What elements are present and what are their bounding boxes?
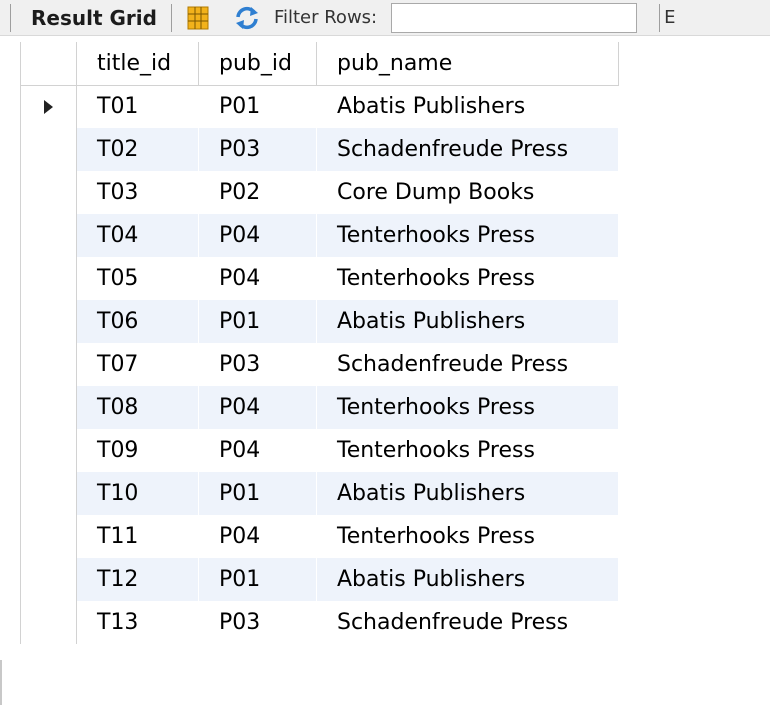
row-indicator[interactable] [20, 128, 77, 171]
filter-rows-label: Filter Rows: [273, 7, 378, 28]
cell-pub-id[interactable]: P01 [198, 472, 317, 515]
row-indicator[interactable] [20, 515, 77, 558]
filter-rows-input[interactable] [391, 2, 638, 33]
cell-pub-id[interactable]: P02 [198, 171, 317, 214]
cell-pub-name[interactable]: Schadenfreude Press [316, 128, 619, 171]
edit-label-partial: E [664, 7, 676, 28]
cell-pub-id[interactable]: P04 [198, 257, 317, 300]
table-row[interactable]: T05 P04 Tenterhooks Press [20, 257, 619, 300]
cell-pub-name[interactable]: Tenterhooks Press [316, 515, 619, 558]
column-header-title-id[interactable]: title_id [76, 42, 199, 86]
table-row[interactable]: T03 P02 Core Dump Books [20, 171, 619, 214]
cell-pub-name[interactable]: Abatis Publishers [316, 558, 619, 601]
cell-pub-id[interactable]: P04 [198, 386, 317, 429]
cell-pub-name[interactable]: Tenterhooks Press [316, 429, 619, 472]
cell-pub-id[interactable]: P04 [198, 429, 317, 472]
table-row[interactable]: T11 P04 Tenterhooks Press [20, 515, 619, 558]
cell-pub-name[interactable]: Tenterhooks Press [316, 214, 619, 257]
row-indicator[interactable] [20, 386, 77, 429]
cell-pub-name[interactable]: Abatis Publishers [316, 472, 619, 515]
cell-pub-name[interactable]: Schadenfreude Press [316, 343, 619, 386]
table-row[interactable]: T01 P01 Abatis Publishers [20, 85, 619, 128]
row-indicator[interactable] [20, 429, 77, 472]
grid-view-icon[interactable] [186, 6, 210, 30]
cell-pub-id[interactable]: P04 [198, 515, 317, 558]
result-toolbar: Result Grid Filter Rows: E [0, 0, 770, 36]
column-header-pub-id[interactable]: pub_id [198, 42, 317, 86]
table-row[interactable]: T10 P01 Abatis Publishers [20, 472, 619, 515]
cell-pub-id[interactable]: P01 [198, 300, 317, 343]
cell-title-id[interactable]: T01 [76, 85, 199, 128]
row-indicator[interactable] [20, 214, 77, 257]
cell-title-id[interactable]: T08 [76, 386, 199, 429]
cell-title-id[interactable]: T02 [76, 128, 199, 171]
row-indicator[interactable] [20, 558, 77, 601]
row-indicator[interactable] [20, 472, 77, 515]
cell-title-id[interactable]: T13 [76, 601, 199, 644]
column-header-pub-name[interactable]: pub_name [316, 42, 619, 86]
table-row[interactable]: T09 P04 Tenterhooks Press [20, 429, 619, 472]
cell-pub-id[interactable]: P03 [198, 128, 317, 171]
table-row[interactable]: T02 P03 Schadenfreude Press [20, 128, 619, 171]
cell-title-id[interactable]: T03 [76, 171, 199, 214]
row-header-corner[interactable] [20, 42, 77, 86]
table-row[interactable]: T08 P04 Tenterhooks Press [20, 386, 619, 429]
cell-pub-id[interactable]: P01 [198, 558, 317, 601]
row-indicator[interactable] [20, 257, 77, 300]
row-indicator[interactable] [20, 343, 77, 386]
table-row[interactable]: T07 P03 Schadenfreude Press [20, 343, 619, 386]
cell-pub-name[interactable]: Core Dump Books [316, 171, 619, 214]
cell-title-id[interactable]: T05 [76, 257, 199, 300]
cell-title-id[interactable]: T09 [76, 429, 199, 472]
refresh-icon[interactable] [232, 3, 262, 33]
cell-pub-id[interactable]: P04 [198, 214, 317, 257]
cell-title-id[interactable]: T06 [76, 300, 199, 343]
row-indicator[interactable] [20, 85, 77, 128]
table-row[interactable]: T12 P01 Abatis Publishers [20, 558, 619, 601]
cell-pub-id[interactable]: P03 [198, 601, 317, 644]
result-grid-tab[interactable]: Result Grid [11, 0, 171, 36]
result-grid: title_id pub_id pub_name T01 P01 Abatis Pu… [20, 42, 619, 644]
cell-title-id[interactable]: T12 [76, 558, 199, 601]
window-left-edge [0, 660, 2, 705]
table-row[interactable]: T13 P03 Schadenfreude Press [20, 601, 619, 644]
row-indicator[interactable] [20, 300, 77, 343]
cell-pub-name[interactable]: Schadenfreude Press [316, 601, 619, 644]
toolbar-separator [170, 3, 172, 32]
cell-pub-name[interactable]: Abatis Publishers [316, 85, 619, 128]
cell-pub-name[interactable]: Tenterhooks Press [316, 257, 619, 300]
table-row[interactable]: T06 P01 Abatis Publishers [20, 300, 619, 343]
grid-body: T01 P01 Abatis Publishers T02 P03 Schadenfreu… [20, 85, 619, 644]
cell-title-id[interactable]: T11 [76, 515, 199, 558]
cell-title-id[interactable]: T10 [76, 472, 199, 515]
cell-pub-name[interactable]: Abatis Publishers [316, 300, 619, 343]
result-table: title_id pub_id pub_name T01 P01 Abatis Pu… [20, 42, 619, 644]
row-indicator[interactable] [20, 171, 77, 214]
current-row-arrow-icon [44, 100, 53, 115]
header-row: title_id pub_id pub_name [20, 42, 619, 86]
cell-pub-id[interactable]: P01 [198, 85, 317, 128]
toolbar-separator [659, 3, 661, 32]
cell-pub-id[interactable]: P03 [198, 343, 317, 386]
row-indicator[interactable] [20, 601, 77, 644]
cell-title-id[interactable]: T04 [76, 214, 199, 257]
cell-pub-name[interactable]: Tenterhooks Press [316, 386, 619, 429]
cell-title-id[interactable]: T07 [76, 343, 199, 386]
table-row[interactable]: T04 P04 Tenterhooks Press [20, 214, 619, 257]
